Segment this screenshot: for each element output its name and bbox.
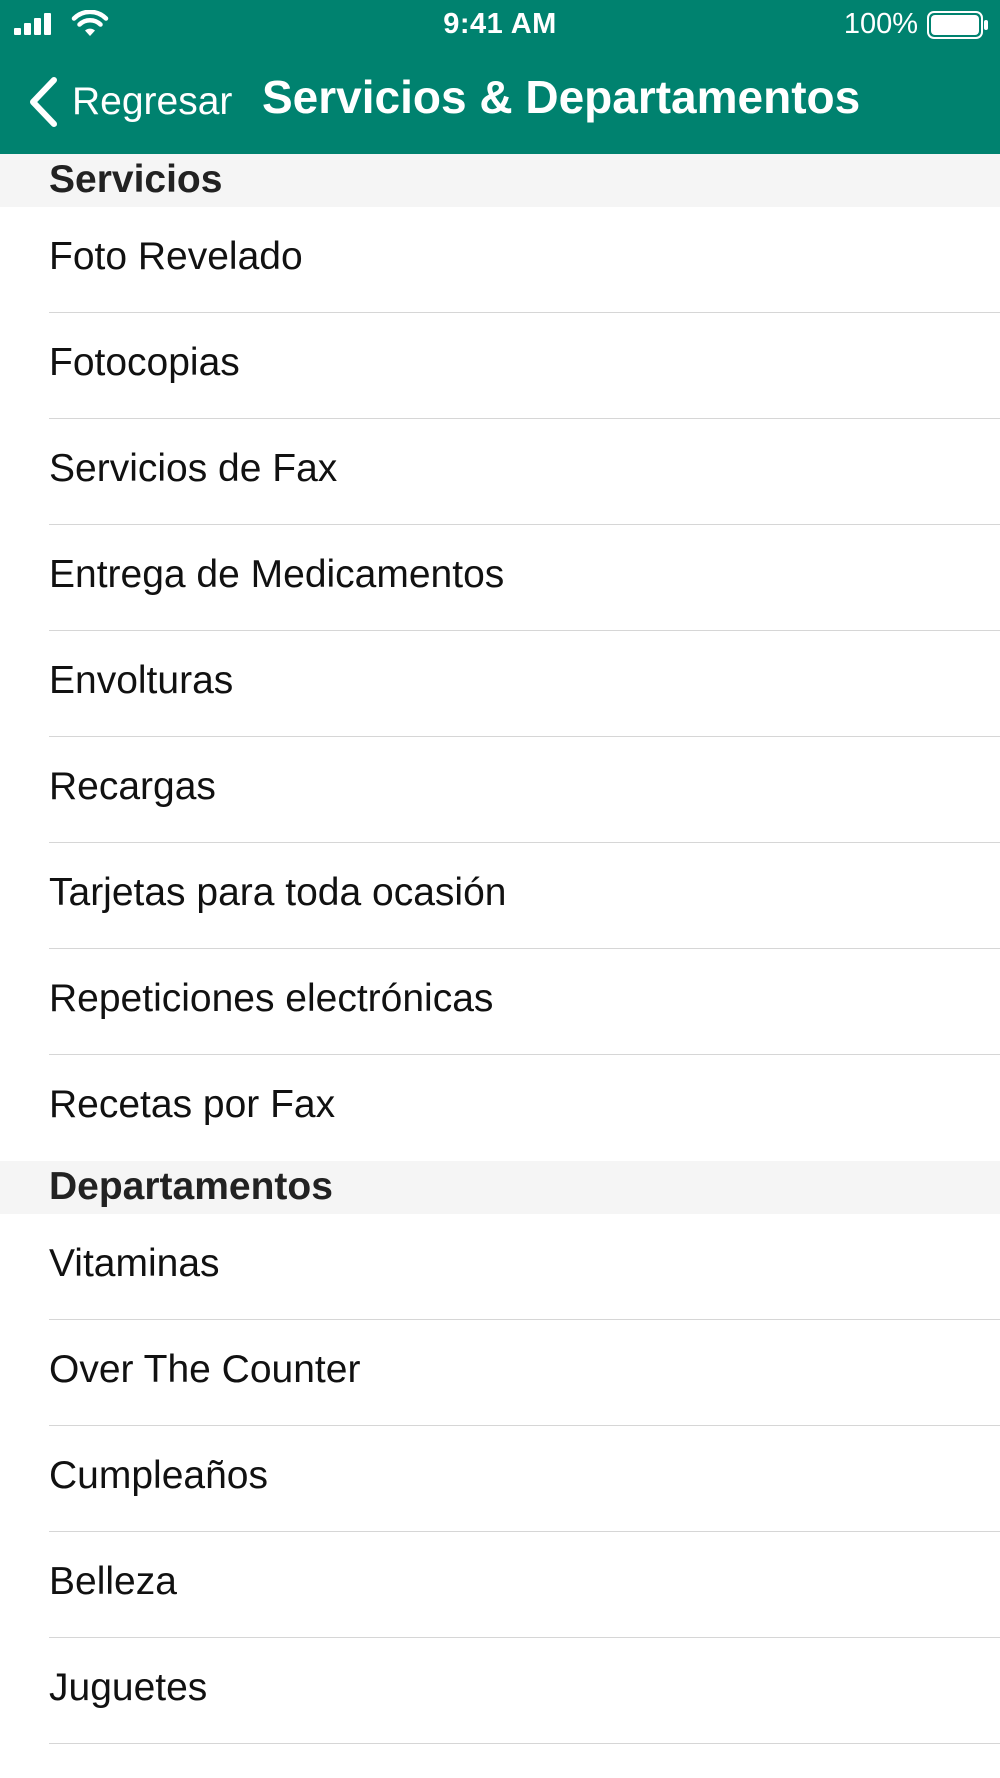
status-bar: 9:41 AM 100% (0, 0, 1000, 50)
list-item-servicios-de-fax[interactable]: Servicios de Fax (0, 419, 1000, 525)
list-item-vitaminas[interactable]: Vitaminas (0, 1214, 1000, 1320)
list-item-belleza[interactable]: Belleza (0, 1532, 1000, 1638)
section-title: Departamentos (49, 1165, 333, 1208)
list-item-label: Belleza (49, 1560, 177, 1603)
list-item-repeticiones-electronicas[interactable]: Repeticiones electrónicas (0, 949, 1000, 1055)
list-item-envolturas[interactable]: Envolturas (0, 631, 1000, 737)
back-button-label: Regresar (72, 80, 233, 123)
list-item-label: Foto Revelado (49, 235, 303, 278)
row-divider (49, 1743, 1000, 1744)
list-item-juguetes[interactable]: Juguetes (0, 1638, 1000, 1744)
list-item-label: Over The Counter (49, 1348, 361, 1391)
list-item-label: Recargas (49, 765, 216, 808)
list-item-label: Fotocopias (49, 341, 240, 384)
section-title: Servicios (49, 158, 223, 201)
list-item-tarjetas[interactable]: Tarjetas para toda ocasión (0, 843, 1000, 949)
list-item-label: Recetas por Fax (49, 1083, 336, 1126)
list-item-fotocopias[interactable]: Fotocopias (0, 313, 1000, 419)
battery-icon (927, 11, 988, 39)
navigation-bar: Regresar Servicios & Departamentos (0, 50, 1000, 154)
list-item-entrega-de-medicamentos[interactable]: Entrega de Medicamentos (0, 525, 1000, 631)
back-button[interactable]: Regresar (28, 72, 232, 132)
list-item-label: Vitaminas (49, 1242, 220, 1285)
list-item-foto-revelado[interactable]: Foto Revelado (0, 207, 1000, 313)
list-item-label: Tarjetas para toda ocasión (49, 871, 507, 914)
list-item-label: Repeticiones electrónicas (49, 977, 494, 1020)
page-title: Servicios & Departamentos (262, 71, 861, 123)
list-item-label: Servicios de Fax (49, 447, 338, 490)
app-header: 9:41 AM 100% Regresar Servicios & Depart… (0, 0, 1000, 154)
list-item-recetas-por-fax[interactable]: Recetas por Fax (0, 1055, 1000, 1161)
section-header-departamentos: Departamentos (0, 1161, 1000, 1214)
list-item-recargas[interactable]: Recargas (0, 737, 1000, 843)
chevron-left-icon (30, 77, 57, 127)
list-item-over-the-counter[interactable]: Over The Counter (0, 1320, 1000, 1426)
list-item-label: Cumpleaños (49, 1454, 268, 1497)
list-item-label: Entrega de Medicamentos (49, 553, 505, 596)
section-header-servicios: Servicios (0, 154, 1000, 207)
battery-percentage: 100% (843, 8, 918, 40)
list-item-label: Envolturas (49, 659, 234, 702)
list-item-label: Juguetes (49, 1666, 208, 1709)
list-item-cumpleanos[interactable]: Cumpleaños (0, 1426, 1000, 1532)
